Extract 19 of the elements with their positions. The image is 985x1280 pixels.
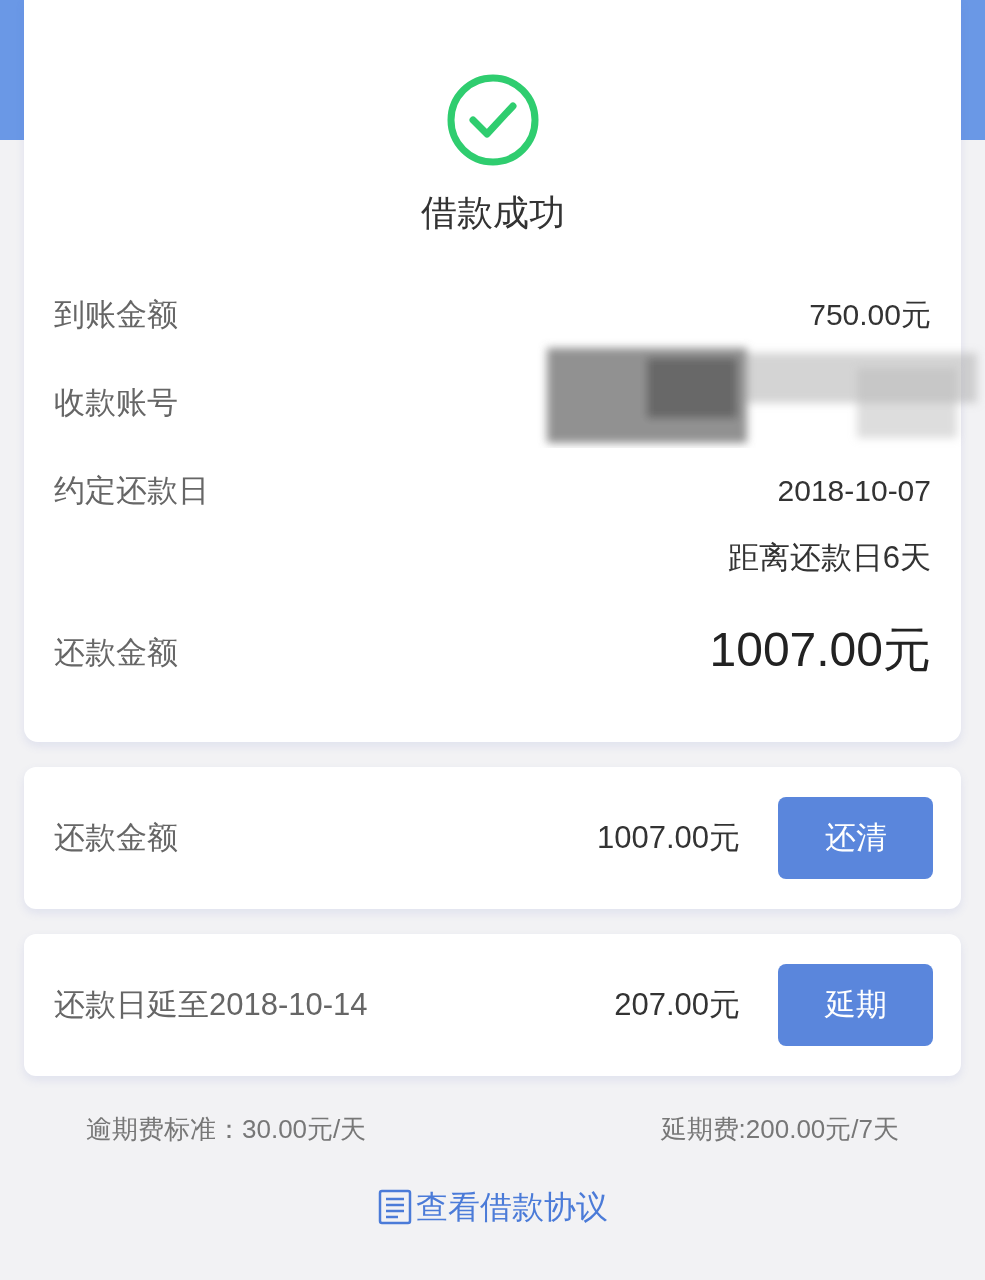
action-button[interactable]: 还清 [778, 797, 933, 879]
detail-label: 到账金额 [54, 296, 178, 334]
repay-amount: 1007.00元 [709, 622, 931, 678]
detail-label: 约定还款日 [54, 472, 209, 510]
fee-note: 延期费:200.00元/7天 [660, 1113, 899, 1146]
result-title: 借款成功 [419, 191, 566, 235]
action-amount: 1007.00元 [596, 818, 740, 857]
action-button[interactable]: 延期 [778, 964, 933, 1046]
document-icon [377, 1189, 412, 1225]
detail-value: 2018-10-07 [777, 473, 931, 509]
due-countdown: 距离还款日6天 [727, 539, 931, 577]
detail-label: 收款账号 [54, 384, 178, 422]
action-label: 还款日延至2018-10-14 [54, 985, 369, 1024]
action-label: 还款金额 [54, 818, 179, 857]
fee-note: 逾期费标准：30.00元/天 [86, 1113, 367, 1146]
agreement-link[interactable]: 查看借款协议 [377, 1183, 608, 1231]
detail-value: 750.00元 [809, 297, 931, 333]
detail-label: 还款金额 [54, 634, 178, 672]
action-amount: 207.00元 [614, 985, 740, 1024]
